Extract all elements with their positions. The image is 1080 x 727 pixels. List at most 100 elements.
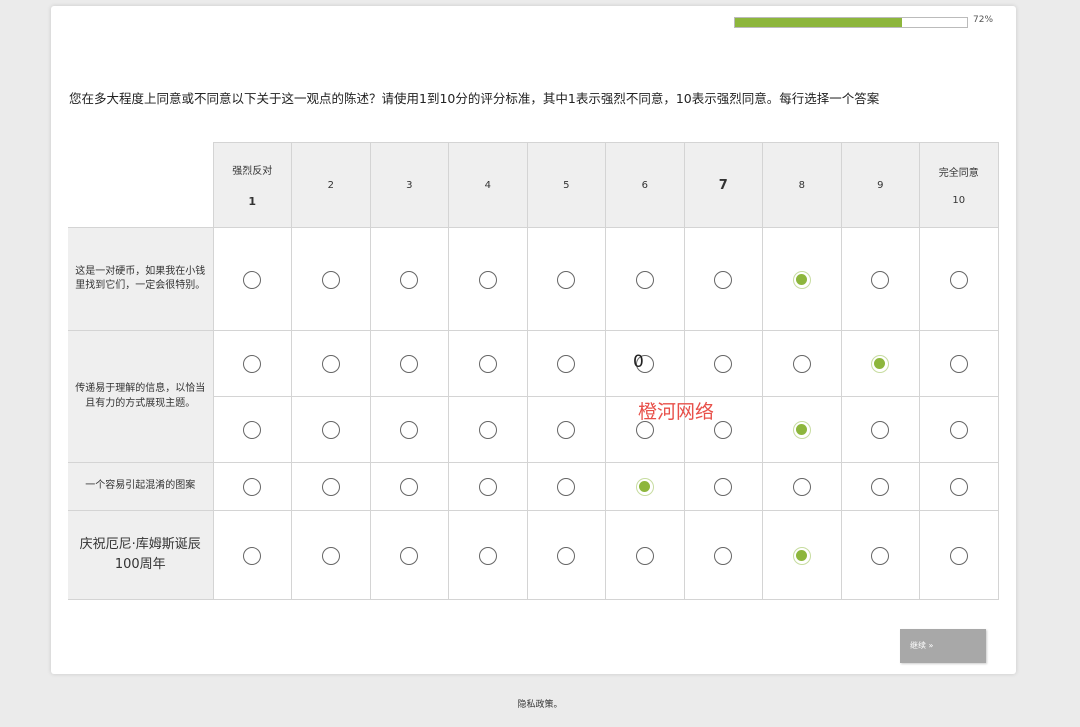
rating-radio[interactable] <box>635 546 654 565</box>
rating-cell <box>919 396 999 463</box>
rating-radio[interactable] <box>949 546 968 565</box>
rating-cell <box>526 396 606 463</box>
rating-cell <box>605 510 685 600</box>
rating-radio[interactable] <box>400 270 419 289</box>
rating-radio[interactable] <box>557 270 576 289</box>
column-number: 5 <box>563 179 570 191</box>
rating-cell <box>683 330 763 397</box>
rating-radio[interactable] <box>635 478 654 497</box>
rating-radio[interactable] <box>400 355 419 374</box>
rating-radio[interactable] <box>949 270 968 289</box>
rating-cell <box>526 510 606 600</box>
privacy-policy-link[interactable]: 隐私政策。 <box>0 697 1080 710</box>
rating-radio[interactable] <box>321 421 340 440</box>
rating-cell <box>212 462 292 511</box>
continue-button[interactable]: 继续 » <box>900 629 986 663</box>
rating-cell <box>762 330 842 397</box>
rating-cell <box>762 510 842 600</box>
rating-radio[interactable] <box>478 546 497 565</box>
left-anchor-label: 强烈反对 <box>232 166 273 177</box>
rating-radio[interactable] <box>243 355 262 374</box>
rating-cell <box>448 396 528 463</box>
rating-radio[interactable] <box>792 421 811 440</box>
rating-radio[interactable] <box>321 355 340 374</box>
rating-cell <box>840 396 920 463</box>
column-number: 1 <box>248 195 257 208</box>
rating-radio[interactable] <box>949 478 968 497</box>
column-header-1: 强烈反对 1 <box>212 142 292 228</box>
column-header-2: 2 <box>291 142 371 228</box>
rating-radio[interactable] <box>478 478 497 497</box>
rating-cell <box>212 396 292 463</box>
rating-radio[interactable] <box>714 355 733 374</box>
question-text: 您在多大程度上同意或不同意以下关于这一观点的陈述？请使用1到10分的评分标准，其… <box>69 91 880 106</box>
rating-radio[interactable] <box>557 546 576 565</box>
rating-radio[interactable] <box>478 270 497 289</box>
rating-radio[interactable] <box>714 478 733 497</box>
row-label: 这是一对硬币，如果我在小钱里找到它们，一定会很特别。 <box>68 227 214 331</box>
rating-radio[interactable] <box>557 478 576 497</box>
rating-radio[interactable] <box>714 546 733 565</box>
rating-cell <box>526 330 606 397</box>
rating-cell <box>291 396 371 463</box>
rating-radio[interactable] <box>321 478 340 497</box>
rating-radio[interactable] <box>792 546 811 565</box>
rating-cell <box>605 330 685 397</box>
rating-radio[interactable] <box>243 270 262 289</box>
rating-radio[interactable] <box>871 421 890 440</box>
column-header-7: 7 <box>683 142 763 228</box>
rating-radio[interactable] <box>321 270 340 289</box>
rating-radio[interactable] <box>871 478 890 497</box>
rating-cell <box>683 462 763 511</box>
progress-fill <box>735 18 903 27</box>
rating-radio[interactable] <box>478 421 497 440</box>
rating-cell <box>369 462 449 511</box>
column-header-9: 9 <box>840 142 920 228</box>
rating-radio[interactable] <box>871 355 890 374</box>
rating-radio[interactable] <box>714 270 733 289</box>
rating-radio[interactable] <box>400 478 419 497</box>
rating-cell <box>840 462 920 511</box>
rating-cell <box>448 462 528 511</box>
rating-cell <box>448 510 528 600</box>
column-number: 7 <box>718 177 728 193</box>
rating-cell <box>762 462 842 511</box>
rating-cell <box>369 396 449 463</box>
rating-radio[interactable] <box>871 270 890 289</box>
rating-cell <box>919 510 999 600</box>
rating-cell <box>762 396 842 463</box>
column-number: 2 <box>327 179 334 191</box>
rating-radio[interactable] <box>321 546 340 565</box>
rating-radio[interactable] <box>714 421 733 440</box>
rating-cell <box>291 227 371 331</box>
column-number: 10 <box>952 195 966 206</box>
column-number: 9 <box>877 179 884 191</box>
rating-cell <box>919 330 999 397</box>
rating-radio[interactable] <box>557 355 576 374</box>
rating-radio[interactable] <box>243 546 262 565</box>
rating-radio[interactable] <box>478 355 497 374</box>
column-number: 6 <box>641 179 648 191</box>
rating-radio[interactable] <box>243 478 262 497</box>
rating-cell <box>291 510 371 600</box>
rating-radio[interactable] <box>243 421 262 440</box>
progress-percent: 72% <box>973 15 994 25</box>
grid-row: 传递易于理解的信息，以恰当且有力的方式展现主题。 <box>68 330 999 463</box>
rating-radio[interactable] <box>400 546 419 565</box>
rating-radio[interactable] <box>871 546 890 565</box>
column-number: 8 <box>798 179 805 191</box>
column-header-3: 3 <box>369 142 449 228</box>
rating-radio[interactable] <box>400 421 419 440</box>
column-header-10: 完全同意 10 <box>919 142 999 228</box>
rating-radio[interactable] <box>792 478 811 497</box>
rating-radio[interactable] <box>949 421 968 440</box>
rating-radio[interactable] <box>792 355 811 374</box>
rating-cell <box>526 227 606 331</box>
column-header-8: 8 <box>762 142 842 228</box>
rating-cell <box>919 462 999 511</box>
rating-radio[interactable] <box>792 270 811 289</box>
rating-radio[interactable] <box>949 355 968 374</box>
grid-row: 一个容易引起混淆的图案 <box>68 462 999 511</box>
rating-radio[interactable] <box>635 270 654 289</box>
rating-radio[interactable] <box>557 421 576 440</box>
